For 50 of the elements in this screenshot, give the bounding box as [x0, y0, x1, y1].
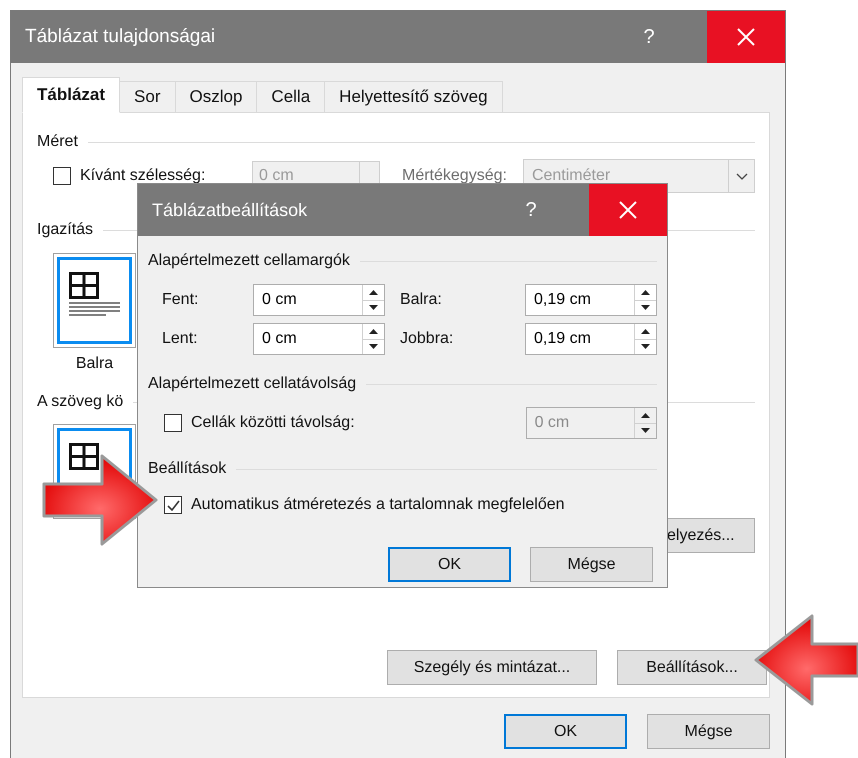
- checkbox[interactable]: [164, 414, 182, 432]
- section-label: Alapértelmezett cellatávolság: [148, 374, 356, 394]
- window-title: Táblázat tulajdonságai: [24, 24, 216, 49]
- caret-down-icon: [369, 344, 378, 350]
- caret-up-icon: [641, 412, 650, 418]
- tab[interactable]: Helyettesítő szöveg: [324, 81, 503, 113]
- dialog-button[interactable]: Mégse: [530, 547, 653, 582]
- field-label: Mértékegység:: [402, 166, 507, 186]
- spin-field[interactable]: 0 cm: [253, 284, 385, 316]
- section-label: Beállítások: [148, 459, 226, 479]
- field-label: Kívánt szélesség:: [80, 166, 206, 186]
- table-with-text-icon: [68, 272, 120, 318]
- help-button[interactable]: ?: [629, 11, 669, 63]
- caret-up-icon: [641, 328, 650, 334]
- spin-field[interactable]: 0,19 cm: [525, 284, 657, 316]
- caret-up-icon: [641, 290, 650, 295]
- checkbox-label: Automatikus átméretezés a tartalomnak megfelelően: [191, 495, 565, 515]
- window-title: Táblázatbeállítások: [151, 198, 308, 222]
- spin-field[interactable]: 0,19 cm: [525, 323, 657, 355]
- caret-down-icon: [641, 344, 650, 350]
- caret-down-icon: [641, 428, 650, 434]
- caret-up-icon: [369, 290, 378, 295]
- section-label: Igazítás: [37, 220, 94, 240]
- field-label: Fent:: [162, 290, 200, 310]
- field-label: Lent:: [162, 329, 199, 349]
- chevron-down-icon: [736, 172, 748, 180]
- checkbox[interactable]: [164, 496, 182, 514]
- section-label: Méret: [37, 132, 78, 152]
- dialog-button[interactable]: OK: [504, 714, 627, 749]
- spin-field[interactable]: 0 cm: [253, 323, 385, 355]
- layout-option[interactable]: [53, 253, 136, 348]
- checkbox-label: Cellák közötti távolság:: [191, 413, 356, 433]
- caret-down-icon: [641, 305, 650, 310]
- dialog-button[interactable]: Szegély és mintázat...: [387, 650, 597, 685]
- option-label: Balra: [76, 354, 114, 374]
- section-label: A szöveg kö: [37, 392, 124, 412]
- dialog-button[interactable]: OK: [388, 547, 511, 582]
- dialog-button[interactable]: Mégse: [647, 714, 770, 749]
- check-icon: [166, 500, 180, 510]
- field-label: Jobbra:: [400, 329, 454, 349]
- section-label: Alapértelmezett cellamargók: [148, 251, 350, 271]
- positioning-button[interactable]: elyezés...: [667, 518, 755, 553]
- caret-down-icon: [369, 305, 378, 310]
- field-label: Balra:: [400, 290, 443, 310]
- tab[interactable]: Táblázat: [22, 77, 120, 113]
- close-icon: [619, 201, 637, 219]
- close-icon: [737, 28, 755, 46]
- caret-up-icon: [369, 328, 378, 334]
- dialog-button[interactable]: Beállítások...: [617, 650, 767, 685]
- table-icon: [68, 443, 98, 470]
